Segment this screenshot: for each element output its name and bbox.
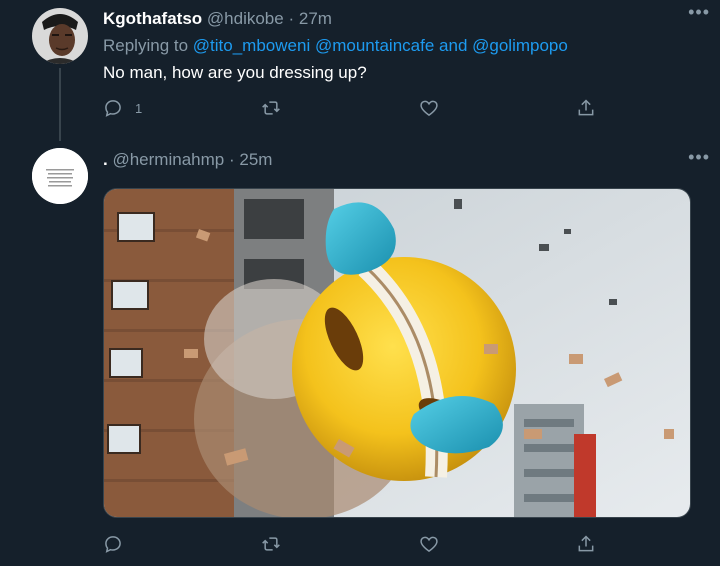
like-icon (420, 536, 438, 553)
thread-line (59, 68, 61, 141)
mention-link[interactable]: @golimpopo (472, 36, 568, 55)
retweet-icon (262, 101, 280, 115)
tweet-actions: 1 (103, 97, 603, 119)
tweet-content: Kgothafatso @hdikobe · 27m Replying to @… (103, 8, 698, 84)
reply-button[interactable]: 1 (103, 97, 142, 119)
tweet[interactable]: Kgothafatso @hdikobe · 27m Replying to @… (0, 0, 720, 145)
mention-joiner[interactable]: and (439, 36, 467, 55)
timestamp[interactable]: 25m (239, 150, 272, 169)
avatar[interactable] (32, 8, 88, 64)
share-button[interactable] (576, 97, 596, 119)
separator: · (228, 150, 235, 169)
tweet[interactable]: . @herminahmp · 25m ••• (0, 145, 720, 566)
tweet-header: . @herminahmp · 25m (103, 149, 698, 171)
retweet-icon (262, 537, 280, 551)
like-button[interactable] (419, 97, 439, 119)
share-icon (578, 535, 594, 552)
share-icon (578, 99, 594, 116)
share-button[interactable] (576, 533, 596, 555)
tweet-header: Kgothafatso @hdikobe · 27m (103, 8, 698, 30)
handle[interactable]: @hdikobe (207, 9, 284, 28)
mention-link[interactable]: @mountaincafe (315, 36, 434, 55)
tweet-media-image[interactable] (103, 188, 691, 518)
replying-prefix: Replying to (103, 36, 189, 55)
reply-icon (105, 536, 121, 553)
reply-icon (105, 100, 121, 117)
retweet-button[interactable] (261, 97, 281, 119)
display-name[interactable]: Kgothafatso (103, 9, 202, 28)
mention-link[interactable]: @tito_mboweni (193, 36, 310, 55)
like-icon (420, 100, 438, 117)
display-name[interactable]: . (103, 150, 108, 169)
handle[interactable]: @herminahmp (112, 150, 224, 169)
timestamp[interactable]: 27m (299, 9, 332, 28)
laughing-emoji-image (104, 189, 690, 517)
reply-button[interactable] (103, 533, 123, 555)
retweet-button[interactable] (261, 533, 281, 555)
avatar[interactable] (32, 148, 88, 204)
more-icon[interactable]: ••• (688, 3, 710, 21)
tweet-content: . @herminahmp · 25m (103, 149, 698, 171)
separator: · (288, 9, 295, 28)
reply-count: 1 (135, 100, 143, 116)
tweet-text: No man, how are you dressing up? (103, 63, 367, 82)
like-button[interactable] (419, 533, 439, 555)
tweet-actions (103, 533, 603, 555)
replying-to: Replying to @tito_mboweni @mountaincafe … (103, 35, 698, 57)
more-icon[interactable]: ••• (688, 148, 710, 166)
